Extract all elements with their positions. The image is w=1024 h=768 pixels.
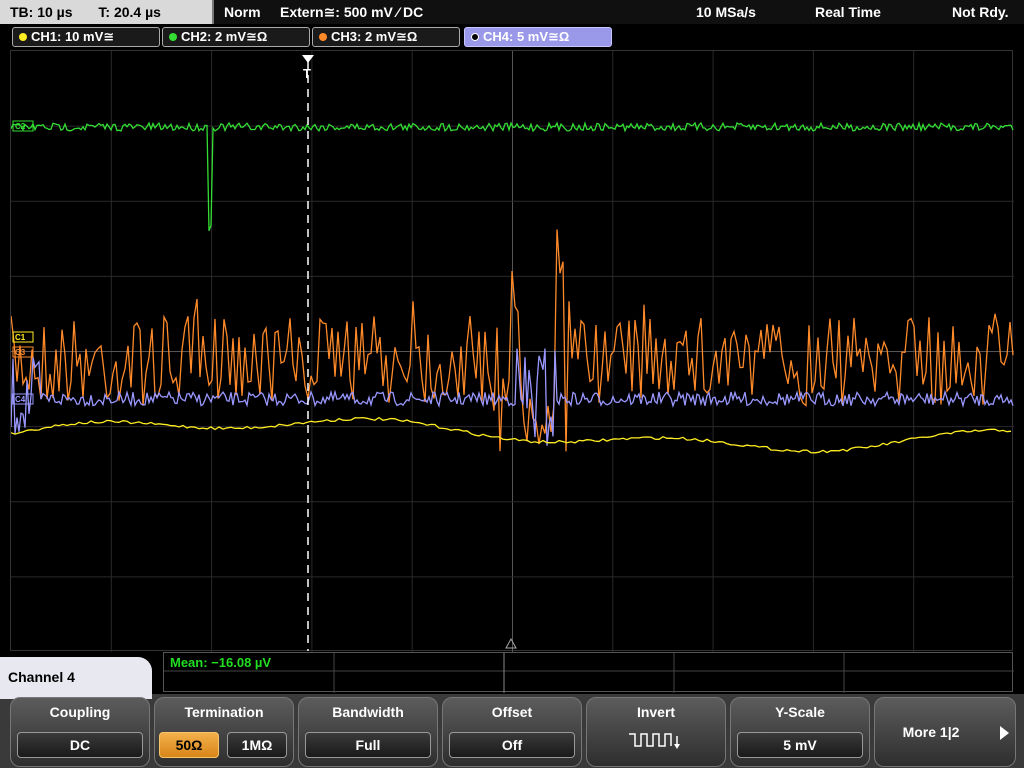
termination-1mohm-option[interactable]: 1MΩ xyxy=(227,732,287,758)
waveform-display[interactable]: T C2 C1 C3 C4 xyxy=(10,50,1014,652)
acquisition-mode: Real Time xyxy=(815,4,881,20)
tab-ch4-label: CH4: 5 mV≅Ω xyxy=(483,29,570,44)
tab-ch4[interactable]: CH4: 5 mV≅Ω xyxy=(464,27,612,47)
timebase-value: TB: 10 µs xyxy=(10,4,73,20)
offset-softkey[interactable]: Offset Off xyxy=(442,697,582,767)
ch2-dot-icon xyxy=(169,33,177,41)
coupling-title: Coupling xyxy=(49,704,111,720)
trigger-marker: T xyxy=(303,66,311,81)
timebase-box[interactable]: TB: 10 µs T: 20.4 µs xyxy=(0,0,214,24)
more-softkey[interactable]: More 1|2 xyxy=(874,697,1016,767)
menu-title: Channel 4 xyxy=(0,657,152,699)
coupling-softkey[interactable]: Coupling DC xyxy=(10,697,150,767)
trigger-mode[interactable]: Norm xyxy=(224,0,261,24)
ch1-trace xyxy=(11,416,1012,454)
ch4-ref-label: C4 xyxy=(15,395,26,404)
ch3-dot-icon xyxy=(319,33,327,41)
yscale-title: Y-Scale xyxy=(775,704,825,720)
bandwidth-value[interactable]: Full xyxy=(305,732,431,758)
sample-rate: 10 MSa/s xyxy=(696,4,756,20)
arrow-right-icon xyxy=(1000,726,1009,740)
ch2-ref-label: C2 xyxy=(15,122,26,131)
termination-softkey[interactable]: Termination 50Ω 1MΩ xyxy=(154,697,294,767)
measurement-panel[interactable]: Mean: −16.08 µV xyxy=(163,652,1014,693)
ch1-ref-label: C1 xyxy=(15,333,26,342)
ch4-dot-icon xyxy=(471,33,479,41)
center-marker-icon xyxy=(505,637,517,649)
yscale-softkey[interactable]: Y-Scale 5 mV xyxy=(730,697,870,767)
invert-waveform-icon xyxy=(629,733,680,749)
ch3-ref-label: C3 xyxy=(15,348,26,357)
tab-ch3-label: CH3: 2 mV≅Ω xyxy=(331,29,418,44)
bandwidth-softkey[interactable]: Bandwidth Full xyxy=(298,697,438,767)
tab-ch3[interactable]: CH3: 2 mV≅Ω xyxy=(312,27,460,47)
tab-ch2-label: CH2: 2 mV≅Ω xyxy=(181,29,268,44)
trigger-source[interactable]: Extern≅: 500 mV ⁄ DC xyxy=(280,0,423,24)
coupling-value[interactable]: DC xyxy=(17,732,143,758)
bandwidth-title: Bandwidth xyxy=(332,704,404,720)
tab-ch1-label: CH1: 10 mV≅ xyxy=(31,29,115,44)
offset-title: Offset xyxy=(491,704,533,720)
acquisition-state: Not Rdy. xyxy=(952,4,1009,20)
tab-ch2[interactable]: CH2: 2 mV≅Ω xyxy=(162,27,310,47)
graticule xyxy=(11,51,1014,652)
more-label: More 1|2 xyxy=(902,724,960,740)
offset-value[interactable]: Off xyxy=(449,732,575,758)
measurement-grid xyxy=(164,653,1014,693)
ch1-dot-icon xyxy=(19,33,27,41)
invert-title: Invert xyxy=(636,704,676,720)
waveform-svg: T C2 C1 C3 C4 xyxy=(11,51,1014,652)
termination-title: Termination xyxy=(184,704,264,720)
status-bar: TB: 10 µs T: 20.4 µs Norm Extern≅: 500 m… xyxy=(0,0,1024,24)
invert-softkey[interactable]: Invert xyxy=(586,697,726,767)
tab-ch1[interactable]: CH1: 10 mV≅ xyxy=(12,27,160,47)
yscale-value[interactable]: 5 mV xyxy=(737,732,863,758)
trigger-time-value: T: 20.4 µs xyxy=(98,4,161,20)
termination-50ohm-option[interactable]: 50Ω xyxy=(159,732,219,758)
